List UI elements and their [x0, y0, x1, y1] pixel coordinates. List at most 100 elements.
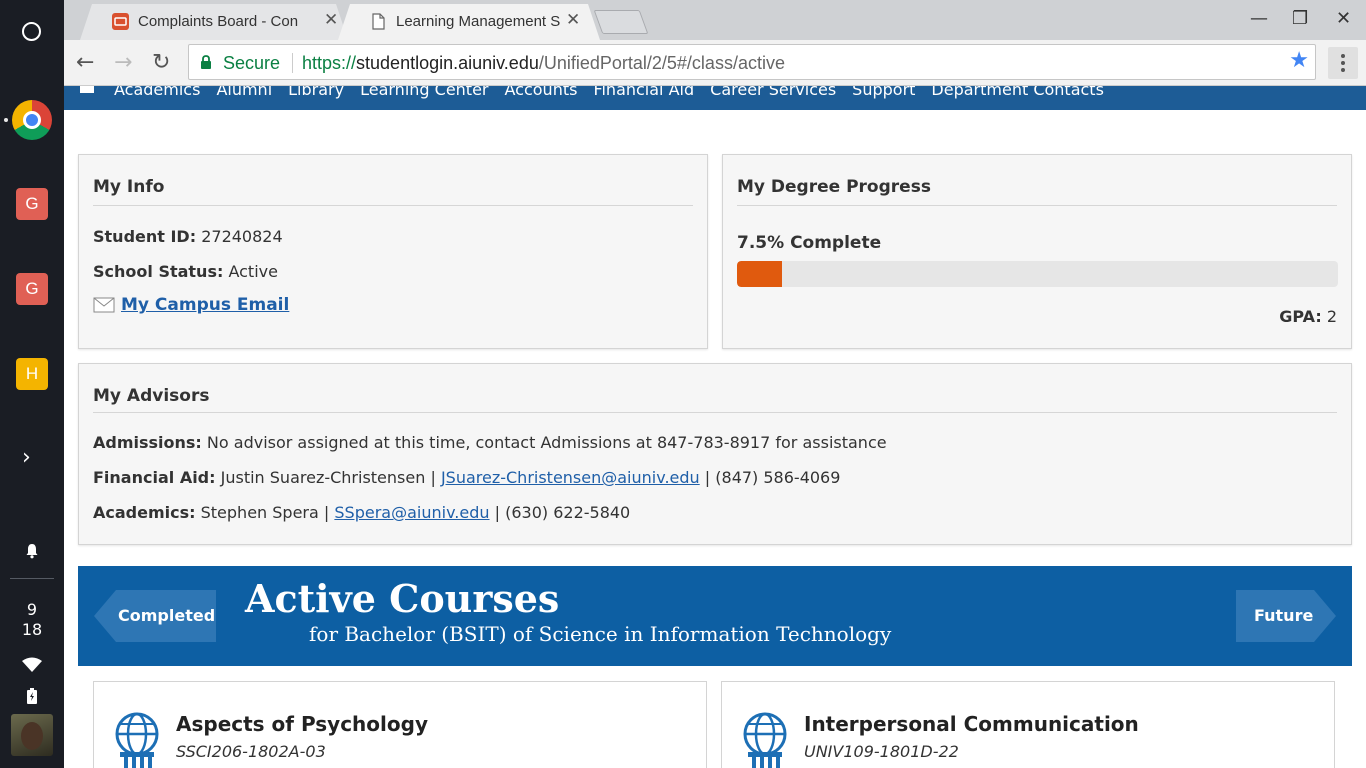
my-advisors-panel: My Advisors Admissions: No advisor assig…	[78, 363, 1352, 545]
course-code: SSCI206-1802A-03	[176, 742, 326, 761]
user-avatar[interactable]	[11, 714, 53, 756]
forward-arrow-icon[interactable]: →	[114, 50, 132, 75]
active-courses-banner: Completed Active Courses for Bachelor (B…	[78, 566, 1352, 666]
progress-bar-fill	[737, 261, 783, 287]
new-tab-button[interactable]	[593, 10, 649, 34]
gpa-row: GPA: 2	[1279, 307, 1337, 326]
shelf-app-g-1[interactable]: G	[16, 188, 48, 220]
progress-percent-label: 7.5% Complete	[737, 233, 882, 253]
clock-minute: 18	[21, 620, 43, 639]
url-host: studentlogin.aiuniv.edu	[356, 53, 539, 73]
admissions-advisor-row: Admissions: No advisor assigned at this …	[93, 433, 887, 452]
wifi-icon[interactable]	[22, 657, 42, 673]
chromeos-shelf: G G H › 9 18	[0, 0, 64, 768]
campus-email-row: My Campus Email	[93, 295, 289, 315]
system-clock[interactable]: 9 18	[0, 600, 64, 640]
financial-aid-advisor-row: Financial Aid: Justin Suarez-Christensen…	[93, 468, 840, 487]
course-name[interactable]: Aspects of Psychology	[176, 712, 428, 736]
nav-academics[interactable]: Academics	[114, 86, 200, 99]
back-arrow-icon[interactable]: ←	[76, 50, 94, 75]
academics-advisor-email-link[interactable]: SSpera@aiuniv.edu	[334, 503, 489, 522]
completed-label: Completed	[118, 606, 216, 625]
courses-title: Active Courses	[245, 576, 560, 621]
financial-advisor-phone: (847) 586-4069	[715, 468, 841, 487]
nav-learning-center[interactable]: Learning Center	[360, 86, 488, 99]
admissions-text: No advisor assigned at this time, contac…	[206, 433, 887, 452]
academics-advisor-row: Academics: Stephen Spera | SSpera@aiuniv…	[93, 503, 630, 522]
separator: |	[704, 468, 711, 487]
portal-page: Academics Alumni Library Learning Center…	[64, 86, 1366, 768]
campus-email-link[interactable]: My Campus Email	[121, 295, 289, 315]
shelf-divider	[10, 578, 54, 579]
page-icon	[372, 13, 385, 30]
university-globe-icon	[743, 712, 787, 768]
bookmark-star-icon[interactable]: ★	[1289, 48, 1309, 73]
tab-title: Learning Management S	[396, 13, 561, 30]
envelope-icon	[93, 297, 115, 313]
nav-library[interactable]: Library	[288, 86, 344, 99]
url-scheme: https://	[302, 53, 357, 73]
restore-window-icon[interactable]: ❐	[1292, 8, 1308, 29]
home-icon[interactable]	[80, 86, 94, 93]
my-info-panel: My Info Student ID: 27240824 School Stat…	[78, 154, 708, 349]
browser-tab-learning-management[interactable]: Learning Management S ✕	[338, 4, 600, 40]
gpa-value: 2	[1326, 307, 1337, 326]
nav-department-contacts[interactable]: Department Contacts	[931, 86, 1104, 99]
academics-label: Academics:	[93, 503, 196, 522]
minimize-icon[interactable]: —	[1250, 8, 1268, 29]
browser-toolbar: ← → ↻ Secure https://studentlogin.aiuniv…	[64, 40, 1366, 86]
course-name[interactable]: Interpersonal Communication	[804, 712, 1139, 736]
lock-icon	[201, 55, 211, 69]
tab-close-icon[interactable]: ✕	[566, 10, 580, 30]
panel-divider	[737, 205, 1337, 206]
student-id-label: Student ID:	[93, 227, 197, 246]
panel-title: My Advisors	[93, 386, 210, 406]
separator: |	[494, 503, 500, 522]
financial-aid-label: Financial Aid:	[93, 468, 216, 487]
completed-courses-button[interactable]: Completed	[94, 590, 216, 642]
panel-divider	[93, 412, 1337, 413]
battery-icon[interactable]	[26, 688, 38, 704]
clock-hour: 9	[26, 600, 38, 619]
financial-advisor-email-link[interactable]: JSuarez-Christensen@aiuniv.edu	[441, 468, 700, 487]
nav-financial-aid[interactable]: Financial Aid	[593, 86, 694, 99]
shelf-app-h[interactable]: H	[16, 358, 48, 390]
browser-menu-button[interactable]	[1328, 47, 1358, 79]
site-nav-links: Academics Alumni Library Learning Center…	[114, 86, 1104, 99]
academics-advisor-phone: (630) 622-5840	[505, 503, 631, 522]
separator: |	[323, 503, 330, 522]
academics-advisor-name: Stephen Spera	[200, 503, 319, 522]
chrome-app-icon[interactable]	[12, 100, 52, 140]
course-card[interactable]: Interpersonal Communication UNIV109-1801…	[721, 681, 1335, 768]
admissions-label: Admissions:	[93, 433, 202, 452]
nav-alumni[interactable]: Alumni	[216, 86, 272, 99]
tab-title: Complaints Board - Con	[138, 13, 299, 30]
browser-tab-complaints-board[interactable]: Complaints Board - Con ✕	[80, 4, 348, 40]
future-label: Future	[1254, 606, 1314, 625]
shelf-app-g-2[interactable]: G	[16, 273, 48, 305]
course-card[interactable]: Aspects of Psychology SSCI206-1802A-03	[93, 681, 707, 768]
omnibox-separator	[292, 53, 293, 73]
separator: |	[430, 468, 436, 487]
reload-icon[interactable]: ↻	[152, 50, 170, 75]
student-id-row: Student ID: 27240824	[93, 227, 283, 246]
panel-divider	[93, 205, 693, 206]
browser-tab-strip: Complaints Board - Con ✕ Learning Manage…	[64, 0, 1366, 40]
nav-career-services[interactable]: Career Services	[710, 86, 836, 99]
future-courses-button[interactable]: Future	[1236, 590, 1336, 642]
secure-label: Secure	[223, 53, 281, 73]
close-window-icon[interactable]: ✕	[1336, 8, 1351, 29]
nav-accounts[interactable]: Accounts	[505, 86, 578, 99]
notification-bell-icon[interactable]	[24, 543, 40, 559]
address-bar[interactable]: Secure https://studentlogin.aiuniv.edu/U…	[188, 44, 1316, 80]
tab-close-icon[interactable]: ✕	[324, 10, 338, 30]
shelf-overflow-chevron-icon[interactable]: ›	[22, 445, 31, 470]
app-launcher-button[interactable]	[22, 22, 41, 41]
university-globe-icon	[115, 712, 159, 768]
course-code: UNIV109-1801D-22	[804, 742, 959, 761]
nav-support[interactable]: Support	[852, 86, 915, 99]
school-status-value: Active	[228, 262, 278, 281]
school-status-row: School Status: Active	[93, 262, 278, 281]
url-text[interactable]: https://studentlogin.aiuniv.edu/UnifiedP…	[302, 53, 785, 74]
cb-favicon-icon	[112, 13, 129, 30]
